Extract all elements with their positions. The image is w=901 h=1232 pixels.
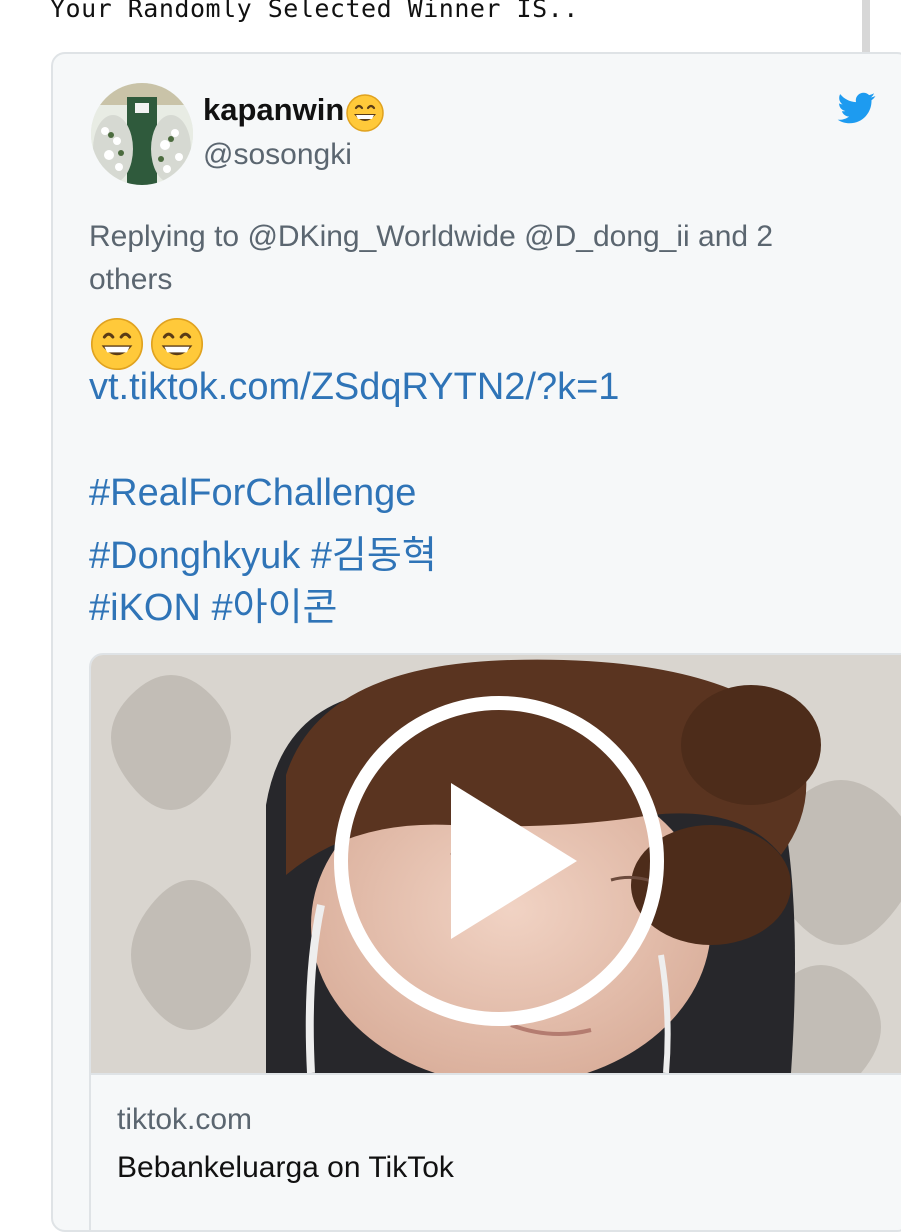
reply-mention-ddong[interactable]: @D_dong_ii <box>524 220 690 253</box>
tiktok-link[interactable]: vt.tiktok.com/ZSdqRYTN2/?k=1 <box>89 366 619 409</box>
reply-prefix: Replying to <box>89 220 248 253</box>
winner-heading: Your Randomly Selected Winner IS.. <box>50 0 579 23</box>
link-preview-card[interactable]: tiktok.com Bebankeluarga on TikTok <box>89 653 901 1230</box>
tweet-card[interactable]: kapanwin @sosongki Replying to @DKing_Wo… <box>51 52 901 1232</box>
hashtag-line-2[interactable]: #Donghkyuk #김동혁 <box>89 524 437 579</box>
user-handle[interactable]: @sosongki <box>203 138 352 172</box>
avatar[interactable] <box>91 83 193 185</box>
display-name[interactable]: kapanwin <box>203 92 344 128</box>
reply-mention-dking[interactable]: @DKing_Worldwide <box>247 220 515 253</box>
preview-domain: tiktok.com <box>117 1103 253 1136</box>
grinning-face-emoji-icon <box>90 317 144 371</box>
preview-divider <box>91 1073 901 1075</box>
hashtag-line-1[interactable]: #RealForChallenge <box>89 472 416 515</box>
twitter-bird-icon[interactable] <box>837 88 877 128</box>
hashtag-line-3[interactable]: #iKON #아이콘 <box>89 576 338 631</box>
grinning-face-emoji-icon <box>150 317 204 371</box>
reply-context: Replying to @DKing_Worldwide @D_dong_ii … <box>89 215 849 301</box>
grinning-face-emoji-icon <box>346 94 384 132</box>
play-circle-icon[interactable] <box>329 691 669 1031</box>
emoji-row <box>89 316 209 372</box>
preview-title[interactable]: Bebankeluarga on TikTok <box>117 1151 454 1185</box>
